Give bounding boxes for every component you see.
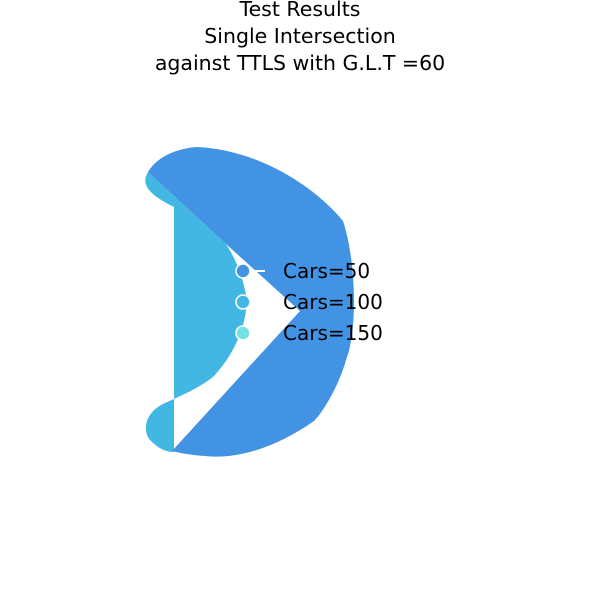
chart-legend: Cars=50 Cars=100 Cars=150 (235, 259, 383, 345)
chart-canvas: Test Results Single Intersection against… (0, 0, 600, 600)
legend-item: Cars=100 (235, 290, 383, 314)
legend-label: Cars=50 (283, 259, 370, 283)
legend-label: Cars=150 (283, 321, 383, 345)
legend-marker (235, 263, 251, 279)
chart-plot: Cars=50 Cars=100 Cars=150 (145, 147, 383, 457)
legend-marker (235, 325, 251, 341)
legend-item: Cars=150 (235, 321, 383, 345)
legend-label: Cars=100 (283, 290, 383, 314)
legend-marker (235, 294, 251, 310)
